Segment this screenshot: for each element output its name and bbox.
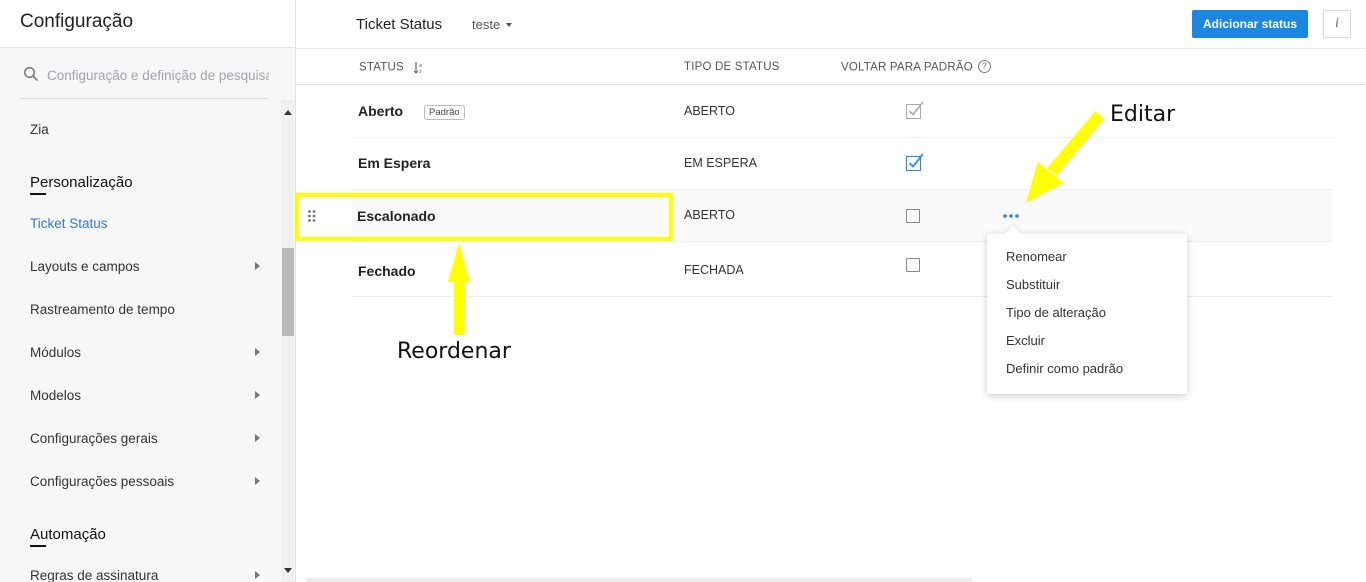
reorder-annotation-label: Reordenar: [397, 339, 511, 364]
edit-arrow-icon: [1026, 111, 1105, 203]
bottom-scroll-shadow: [306, 578, 972, 582]
reorder-arrow-icon: [448, 243, 470, 335]
edit-annotation-label: Editar: [1110, 102, 1176, 127]
annotation-arrows: [448, 111, 1105, 335]
